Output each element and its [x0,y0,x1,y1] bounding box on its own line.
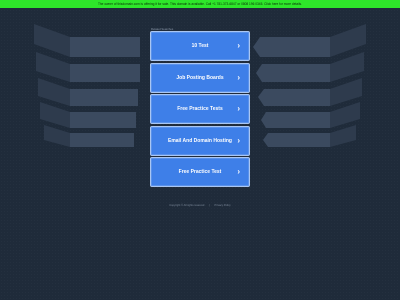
link-job-posting-boards[interactable]: Job Posting Boards › [150,62,250,93]
copyright-text: Copyright © All rights reserved [169,204,205,207]
link-label: Email And Domain Hosting [168,137,232,144]
chevron-right-icon: › [237,104,240,114]
link-10-test[interactable]: 10 Test › [150,31,250,61]
related-links-list: 10 Test › Job Posting Boards › Free Prac… [150,31,250,189]
link-label: Free Practice Test [178,169,222,176]
link-label: Job Posting Boards [176,74,224,81]
link-email-and-domain-hosting[interactable]: Email And Domain Hosting › [150,125,250,156]
link-label: 10 Test [191,43,209,49]
chevron-right-icon: › [237,72,240,82]
footer-separator: | [209,204,210,207]
privacy-policy-link[interactable]: Privacy Policy [215,204,231,207]
link-free-practice-test[interactable]: Free Practice Test › [150,157,250,188]
chevron-right-icon: › [237,167,240,177]
chevron-right-icon: › [237,41,240,50]
link-free-practice-tests[interactable]: Free Practice Tests › [150,94,250,125]
footer: Copyright © All rights reserved | Privac… [0,204,400,207]
link-label: Free Practice Tests [177,106,223,113]
chevron-right-icon: › [237,135,240,145]
